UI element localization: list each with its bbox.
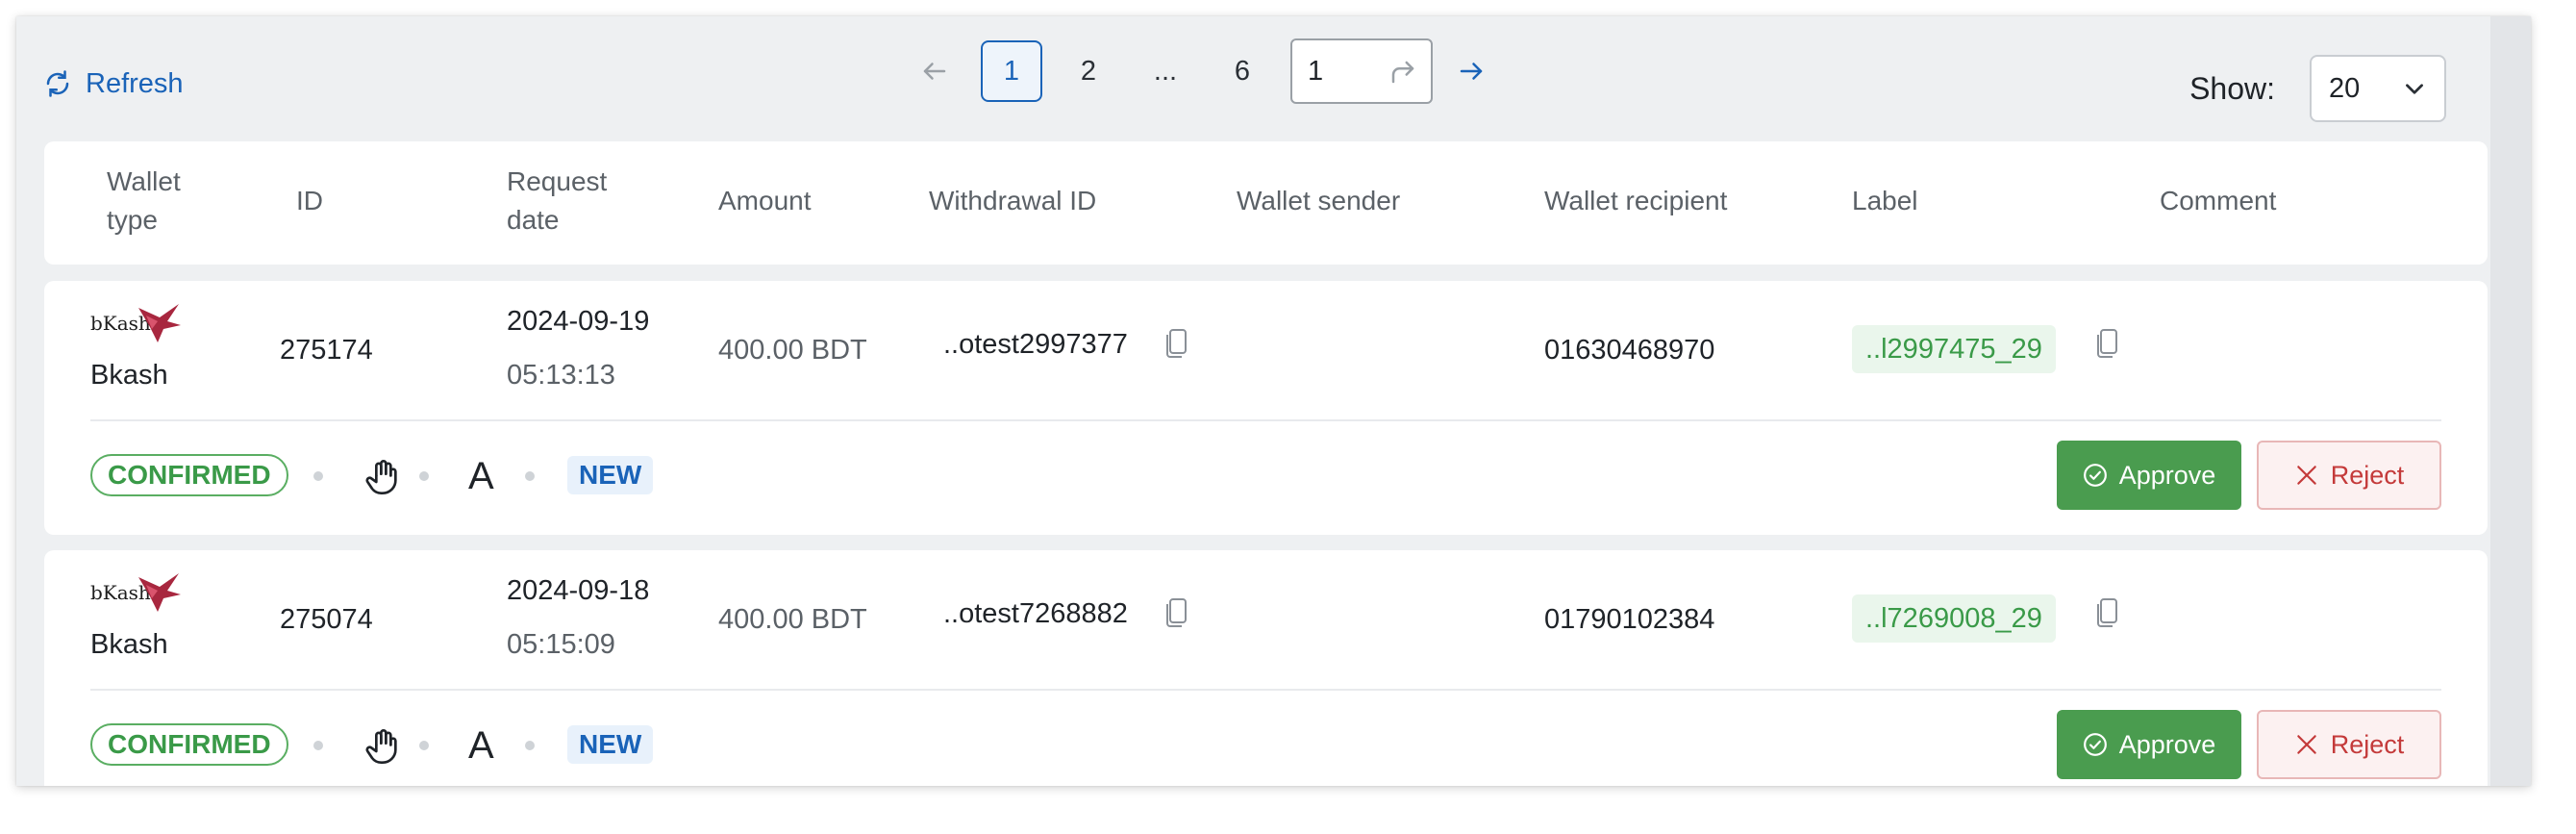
show-label: Show:: [2189, 70, 2275, 106]
column-header-withdrawal-id: Withdrawal ID: [929, 186, 1097, 215]
copy-icon[interactable]: [1163, 596, 1188, 629]
table-row: bKash Bkash 275174 2024-09-19 05:13:13 4…: [44, 281, 2488, 535]
column-header-line: Wallet: [107, 166, 181, 196]
page-size-control: Show: 20: [2189, 55, 2446, 122]
page-button[interactable]: 2: [1058, 40, 1119, 102]
pagination: 1 2 ... 6: [896, 38, 1510, 104]
row-id: 275074: [280, 604, 373, 635]
arrow-right-icon: [1460, 63, 1483, 80]
approve-label: Approve: [2118, 460, 2216, 490]
request-date: 2024-09-19: [507, 306, 650, 337]
refresh-icon: [46, 70, 69, 97]
page-button-current[interactable]: 1: [981, 40, 1042, 102]
bkash-logo-text: bKash: [90, 312, 151, 335]
table-header: Wallet type ID Request date Amount Withd…: [44, 141, 2488, 265]
prev-page-button[interactable]: [896, 39, 973, 103]
page-ellipsis: ...: [1153, 55, 1178, 87]
close-icon: [2296, 466, 2316, 485]
row-divider: [90, 689, 2441, 691]
page-jump-field[interactable]: [1290, 38, 1433, 104]
column-header-amount[interactable]: Amount: [718, 182, 812, 220]
refresh-button[interactable]: Refresh: [43, 55, 184, 113]
next-page-button[interactable]: [1433, 39, 1510, 103]
wallet-recipient: 01790102384: [1544, 604, 1715, 635]
label-badge: ..l2997475_29: [1852, 325, 2056, 373]
redo-arrow-icon[interactable]: [1388, 58, 1417, 87]
request-time: 05:13:13: [507, 360, 615, 391]
wallet-name: Bkash: [90, 629, 168, 660]
separator-dot: [525, 741, 535, 750]
reject-label: Reject: [2330, 460, 2405, 490]
wallet-recipient: 01630468970: [1544, 335, 1715, 366]
page-size-value: 20: [2329, 72, 2361, 104]
column-header-request-date[interactable]: Request date: [507, 163, 607, 240]
check-circle-icon: [2083, 464, 2107, 487]
label-badge: ..l7269008_29: [1852, 594, 2056, 643]
status-badge: CONFIRMED: [90, 723, 288, 766]
copy-icon[interactable]: [2094, 327, 2119, 360]
approve-button[interactable]: Approve: [2057, 710, 2241, 779]
column-header-label: Label: [1852, 186, 1918, 215]
row-id: 275174: [280, 335, 373, 366]
vertical-scrollbar[interactable]: [2490, 16, 2531, 786]
column-header-wallet-recipient: Wallet recipient: [1544, 186, 1728, 215]
wallet-name: Bkash: [90, 360, 168, 391]
column-header-line: type: [107, 205, 158, 235]
column-header-wallet-sender: Wallet sender: [1237, 186, 1401, 215]
separator-dot: [313, 471, 323, 481]
approve-button[interactable]: Approve: [2057, 441, 2241, 510]
hand-icon[interactable]: [363, 727, 402, 766]
request-date: 2024-09-18: [507, 575, 650, 606]
amount: 400.00 BDT: [718, 604, 867, 635]
column-header-id[interactable]: ID: [296, 182, 323, 220]
check-circle-icon: [2083, 733, 2107, 756]
app-window: Refresh 1 2 ... 6 1 Show: 20 Wallet type…: [16, 16, 2531, 786]
reject-button[interactable]: Reject: [2257, 710, 2441, 779]
column-header-line: date: [507, 205, 560, 235]
column-header-line: Request: [507, 166, 608, 196]
separator-dot: [313, 741, 323, 750]
toolbar: Refresh 1 2 ... 6 1 Show: 20: [16, 16, 2490, 141]
chevron-down-icon: [2406, 84, 2423, 94]
withdrawal-id: ..otest2997377: [943, 329, 1128, 360]
separator-dot: [419, 471, 429, 481]
page-button-last[interactable]: 6: [1212, 40, 1273, 102]
page-size-select[interactable]: 20: [2310, 55, 2446, 122]
hand-icon[interactable]: [363, 458, 402, 496]
amount: 400.00 BDT: [718, 335, 867, 366]
column-header-comment: Comment: [2160, 186, 2277, 215]
separator-dot: [419, 741, 429, 750]
new-badge: NEW: [567, 456, 654, 494]
bkash-logo: bKash: [90, 304, 181, 342]
reject-label: Reject: [2330, 729, 2405, 759]
bkash-logo-text: bKash: [90, 581, 151, 604]
request-time: 05:15:09: [507, 629, 615, 660]
close-icon: [2296, 735, 2316, 754]
column-header-wallet-type: Wallet type: [107, 163, 181, 240]
table-row: bKash Bkash 275074 2024-09-18 05:15:09 4…: [44, 550, 2488, 786]
new-badge: NEW: [567, 725, 654, 764]
arrow-left-icon: [923, 63, 946, 80]
row-divider: [90, 419, 2441, 421]
bkash-logo: bKash: [90, 573, 181, 612]
page-jump-input[interactable]: [1308, 55, 1365, 88]
copy-icon[interactable]: [1163, 327, 1188, 360]
copy-icon[interactable]: [2094, 596, 2119, 629]
assignee-mark: A: [468, 455, 494, 497]
approve-label: Approve: [2118, 729, 2216, 759]
reject-button[interactable]: Reject: [2257, 441, 2441, 510]
status-badge: CONFIRMED: [90, 454, 288, 496]
assignee-mark: A: [468, 724, 494, 767]
refresh-label: Refresh: [86, 67, 184, 99]
separator-dot: [525, 471, 535, 481]
withdrawal-id: ..otest7268882: [943, 598, 1128, 629]
